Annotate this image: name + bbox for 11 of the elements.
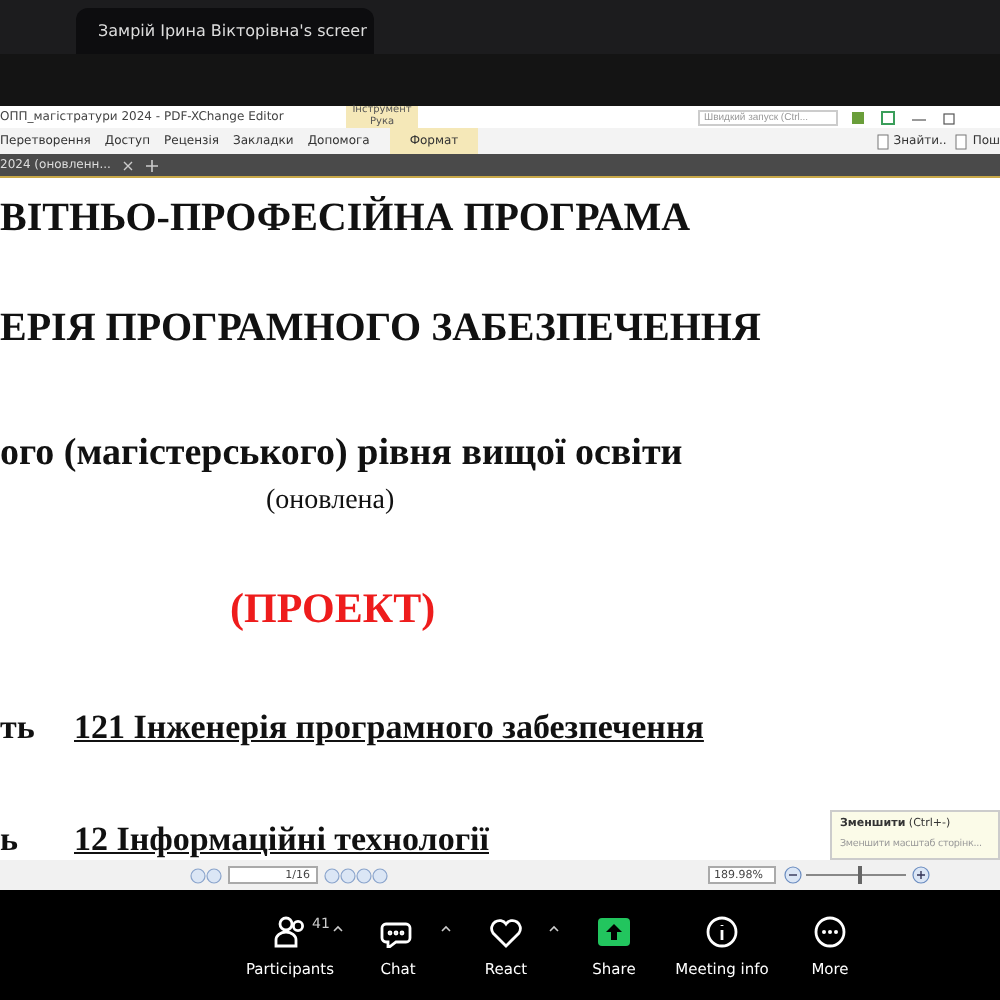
field-value: 121 Інженерія програмного забезпечення xyxy=(74,707,704,749)
document-subheading: ого (магістерського) рівня вищої освіти xyxy=(0,432,685,478)
field-label: ть xyxy=(0,707,35,746)
document-heading: ЕРІЯ ПРОГРАМНОГО ЗАБЕЗПЕЧЕННЯ xyxy=(0,304,763,352)
screen-share-tab[interactable]: Замрій Ірина Вікторівна's screer xyxy=(76,8,374,54)
field-value: 12 Інформаційні технології xyxy=(74,820,489,862)
document-heading: ВІТНЬО-ПРОФЕСІЙНА ПРОГРАМА xyxy=(0,194,693,242)
tab-title: Замрій Ірина Вікторівна's screer xyxy=(98,22,367,40)
field-label: ь xyxy=(0,820,18,859)
draft-label: (ПРОЕКТ) xyxy=(230,583,436,632)
document-note: (оновлена) xyxy=(266,485,395,516)
